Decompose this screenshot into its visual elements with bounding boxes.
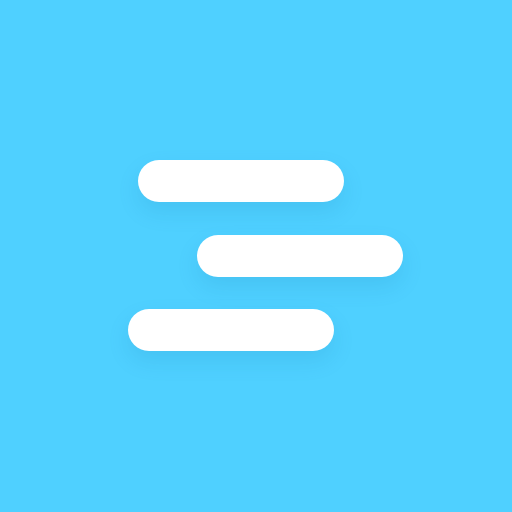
- icon-bar-middle: [197, 235, 403, 277]
- icon-bar-top: [138, 160, 344, 202]
- icon-bar-bottom: [128, 309, 334, 351]
- app-icon: [0, 0, 512, 512]
